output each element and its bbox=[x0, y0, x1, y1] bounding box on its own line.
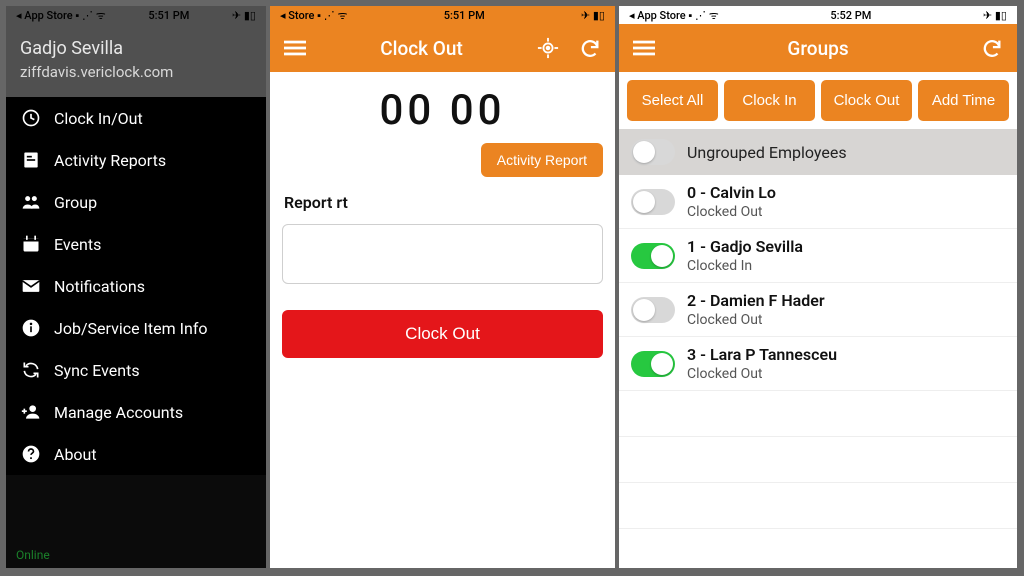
action-clock-out-button[interactable]: Clock Out bbox=[821, 80, 912, 121]
report-input[interactable] bbox=[282, 224, 603, 284]
status-time: 5:52 PM bbox=[830, 9, 871, 22]
employee-row[interactable]: 3 - Lara P Tannesceu Clocked Out bbox=[619, 337, 1017, 391]
employee-toggle[interactable] bbox=[631, 351, 675, 377]
user-name: Gadjo Sevilla bbox=[20, 38, 252, 59]
employee-text: 0 - Calvin Lo Clocked Out bbox=[687, 183, 776, 220]
sidebar-item-label: Clock In/Out bbox=[54, 109, 143, 128]
groups-panel: ◂ App Store ▪ ⋰ ᯤ 5:52 PM ✈ ▮▯ Groups Se… bbox=[619, 6, 1017, 568]
group-header-row[interactable]: Ungrouped Employees bbox=[619, 129, 1017, 175]
time-display: 00 00 bbox=[270, 86, 615, 135]
report-section-label: Report rt bbox=[270, 187, 615, 218]
screen-title: Clock Out bbox=[380, 37, 463, 60]
employee-row[interactable]: 2 - Damien F Hader Clocked Out bbox=[619, 283, 1017, 337]
status-left: ◂ Store ▪ ⋰ ᯤ bbox=[280, 8, 348, 23]
employee-name: 2 - Damien F Hader bbox=[687, 291, 825, 310]
screen-title: Groups bbox=[787, 37, 848, 60]
menu-icon[interactable] bbox=[282, 35, 308, 61]
employee-name: 0 - Calvin Lo bbox=[687, 183, 776, 202]
status-time: 5:51 PM bbox=[148, 9, 189, 22]
sidebar-item-activity-reports[interactable]: Activity Reports bbox=[6, 139, 266, 181]
calendar-icon bbox=[20, 233, 42, 255]
manage-icon bbox=[20, 401, 42, 423]
account-domain: ziffdavis.vericlock.com bbox=[20, 63, 252, 81]
clock-out-button[interactable]: Clock Out bbox=[282, 310, 603, 358]
employee-toggle[interactable] bbox=[631, 189, 675, 215]
sidebar-item-job-service-item-info[interactable]: Job/Service Item Info bbox=[6, 307, 266, 349]
sidebar-item-label: About bbox=[54, 445, 97, 464]
empty-row bbox=[619, 483, 1017, 529]
sidebar-item-label: Activity Reports bbox=[54, 151, 166, 170]
sidebar-item-group[interactable]: Group bbox=[6, 181, 266, 223]
employee-list: 0 - Calvin Lo Clocked Out 1 - Gadjo Sevi… bbox=[619, 175, 1017, 391]
action-clock-in-button[interactable]: Clock In bbox=[724, 80, 815, 121]
online-status: Online bbox=[16, 548, 50, 562]
sidebar-item-label: Group bbox=[54, 193, 97, 212]
employee-toggle[interactable] bbox=[631, 297, 675, 323]
status-bar: ◂ Store ▪ ⋰ ᯤ 5:51 PM ✈ ▮▯ bbox=[270, 6, 615, 24]
action-select-all-button[interactable]: Select All bbox=[627, 80, 718, 121]
app-bar: Groups bbox=[619, 24, 1017, 72]
activity-report-button[interactable]: Activity Report bbox=[481, 143, 603, 177]
sidebar-item-clock-in-out[interactable]: Clock In/Out bbox=[6, 97, 266, 139]
report-icon bbox=[20, 149, 42, 171]
empty-row bbox=[619, 391, 1017, 437]
sidebar-item-notifications[interactable]: Notifications bbox=[6, 265, 266, 307]
employee-row[interactable]: 1 - Gadjo Sevilla Clocked In bbox=[619, 229, 1017, 283]
profile-box: Gadjo Sevilla ziffdavis.vericlock.com bbox=[6, 24, 266, 97]
status-right: ✈ ▮▯ bbox=[983, 9, 1007, 22]
status-time: 5:51 PM bbox=[444, 9, 485, 22]
sidebar-item-about[interactable]: About bbox=[6, 433, 266, 475]
clock-out-panel: ◂ Store ▪ ⋰ ᯤ 5:51 PM ✈ ▮▯ Clock Out 00 … bbox=[270, 6, 615, 568]
clock-icon bbox=[20, 107, 42, 129]
employee-toggle[interactable] bbox=[631, 243, 675, 269]
group-actions-bar: Select AllClock InClock OutAdd Time bbox=[619, 72, 1017, 129]
empty-row bbox=[619, 437, 1017, 483]
menu-icon[interactable] bbox=[631, 35, 657, 61]
status-left: ◂ App Store ▪ ⋰ ᯤ bbox=[16, 8, 106, 23]
employee-row[interactable]: 0 - Calvin Lo Clocked Out bbox=[619, 175, 1017, 229]
app-bar: Clock Out bbox=[270, 24, 615, 72]
sidebar-item-label: Events bbox=[54, 235, 101, 254]
action-add-time-button[interactable]: Add Time bbox=[918, 80, 1009, 121]
sidebar-item-label: Job/Service Item Info bbox=[54, 319, 208, 338]
refresh-icon[interactable] bbox=[577, 35, 603, 61]
employee-status: Clocked Out bbox=[687, 366, 837, 382]
sync-icon bbox=[20, 359, 42, 381]
employee-status: Clocked In bbox=[687, 258, 803, 274]
envelope-icon bbox=[20, 275, 42, 297]
sidebar-item-label: Sync Events bbox=[54, 361, 140, 380]
sidebar-item-label: Notifications bbox=[54, 277, 145, 296]
info-icon bbox=[20, 317, 42, 339]
target-icon[interactable] bbox=[535, 35, 561, 61]
sidebar-panel: ◂ App Store ▪ ⋰ ᯤ 5:51 PM ✈ ▮▯ Gadjo Sev… bbox=[6, 6, 266, 568]
employee-name: 1 - Gadjo Sevilla bbox=[687, 237, 803, 256]
employee-text: 1 - Gadjo Sevilla Clocked In bbox=[687, 237, 803, 274]
employee-status: Clocked Out bbox=[687, 312, 825, 328]
refresh-icon[interactable] bbox=[979, 35, 1005, 61]
status-left: ◂ App Store ▪ ⋰ ᯤ bbox=[629, 8, 719, 23]
sidebar-menu: Clock In/Out Activity Reports Group Even… bbox=[6, 97, 266, 475]
sidebar-item-events[interactable]: Events bbox=[6, 223, 266, 265]
group-toggle[interactable] bbox=[631, 139, 675, 165]
employee-status: Clocked Out bbox=[687, 204, 776, 220]
sidebar-item-label: Manage Accounts bbox=[54, 403, 183, 422]
employee-name: 3 - Lara P Tannesceu bbox=[687, 345, 837, 364]
employee-text: 3 - Lara P Tannesceu Clocked Out bbox=[687, 345, 837, 382]
question-icon bbox=[20, 443, 42, 465]
sidebar-item-sync-events[interactable]: Sync Events bbox=[6, 349, 266, 391]
status-bar: ◂ App Store ▪ ⋰ ᯤ 5:52 PM ✈ ▮▯ bbox=[619, 6, 1017, 24]
group-header-label: Ungrouped Employees bbox=[687, 143, 847, 162]
employee-text: 2 - Damien F Hader Clocked Out bbox=[687, 291, 825, 328]
sidebar-item-manage-accounts[interactable]: Manage Accounts bbox=[6, 391, 266, 433]
status-right: ✈ ▮▯ bbox=[232, 9, 256, 22]
status-bar: ◂ App Store ▪ ⋰ ᯤ 5:51 PM ✈ ▮▯ bbox=[6, 6, 266, 24]
group-icon bbox=[20, 191, 42, 213]
status-right: ✈ ▮▯ bbox=[581, 9, 605, 22]
